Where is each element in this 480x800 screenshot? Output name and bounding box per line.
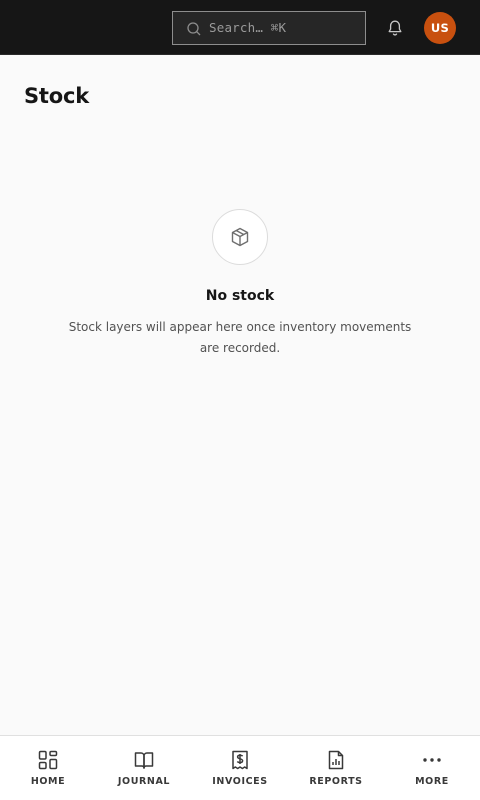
report-icon [328,750,344,770]
nav-item-journal[interactable]: JOURNAL [96,736,192,800]
search-placeholder: Search… ⌘K [209,20,287,35]
bell-icon[interactable] [386,19,404,37]
search-field[interactable]: Search… ⌘K [172,11,366,45]
nav-item-invoices[interactable]: INVOICES [192,736,288,800]
page-title: Stock [24,84,90,108]
top-bar: Search… ⌘K US [0,0,480,55]
nav-label: REPORTS [309,776,363,787]
more-icon [423,758,441,762]
nav-item-home[interactable]: HOME [0,736,96,800]
nav-item-reports[interactable]: REPORTS [288,736,384,800]
invoice-icon [232,750,248,770]
nav-label: JOURNAL [117,776,171,787]
book-icon [134,752,154,769]
package-icon [231,227,249,247]
nav-label: HOME [30,776,66,787]
empty-state-icon-badge [212,209,268,265]
nav-label: MORE [415,776,449,787]
empty-state-description: Stock layers will appear here once inven… [68,320,412,355]
dashboard-icon [38,750,58,770]
nav-label: INVOICES [212,776,268,787]
nav-item-more[interactable]: MORE [384,736,480,800]
user-avatar[interactable]: US [424,12,456,44]
search-icon [187,22,201,36]
empty-state-title: No stock [205,288,275,304]
bottom-navigation: HOME JOURNAL INVOICES REPORTS MORE [0,735,480,800]
